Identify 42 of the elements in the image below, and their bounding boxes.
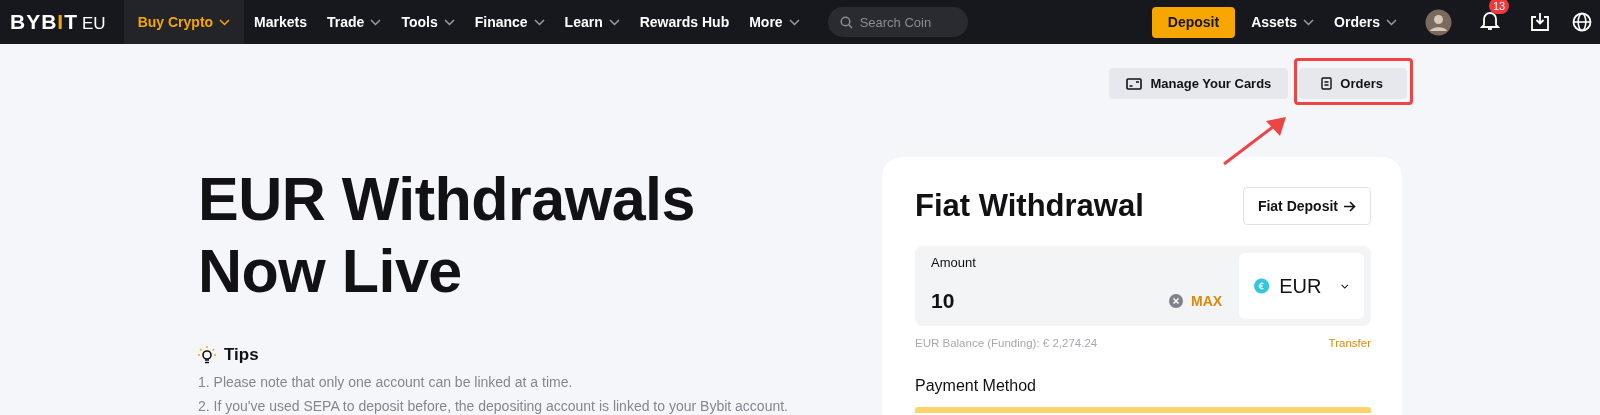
nav-menu-item[interactable]: Tools [391, 0, 465, 44]
amount-label: Amount [931, 255, 977, 270]
nav-menu-item[interactable]: Markets [244, 0, 318, 44]
card-icon [1126, 77, 1143, 90]
search-field[interactable]: Search Coin [827, 7, 968, 37]
tip-text: 2. If you've used SEPA to deposit before, the depositing account is linked to your Bybit account. [198, 397, 789, 415]
nav-menu-item[interactable]: Finance [464, 0, 555, 44]
amount-field[interactable]: Amount 10 MAX EUR [915, 246, 1371, 326]
nav-menu-item[interactable]: Rewards Hub [629, 0, 740, 44]
search-icon [839, 16, 853, 29]
annotation-arrow [1222, 114, 1288, 166]
nav-menu-item[interactable]: Learn [554, 0, 630, 44]
fiat-deposit-button[interactable]: Fiat Deposit [1242, 187, 1371, 225]
toolbar-button[interactable]: Orders [1299, 68, 1407, 99]
chevron-down-icon [1386, 18, 1397, 26]
nav-menu-item[interactable]: Trade [317, 0, 392, 44]
document-icon [1321, 77, 1333, 90]
clear-icon[interactable] [1169, 294, 1183, 308]
currency-selector[interactable]: EUR [1239, 253, 1364, 319]
page-headline: EUR Withdrawals Now Live [198, 164, 696, 307]
notification-badge: 13 [1489, 0, 1510, 14]
card-title: Fiat Withdrawal [915, 188, 1144, 224]
deposit-button[interactable]: Deposit [1151, 6, 1236, 38]
download-icon[interactable] [1530, 12, 1550, 32]
tip-text: 1. Please note that only one account can be linked at a time. [198, 373, 574, 392]
balance-text: EUR Balance (Funding): € 2,274.24 [915, 337, 1098, 349]
nav-menu-item[interactable]: Assets [1241, 0, 1325, 44]
amount-value: 10 [931, 289, 956, 313]
arrow-right-icon [1344, 200, 1356, 212]
nav-menu-item[interactable]: Orders [1324, 0, 1407, 44]
toolbar-button[interactable]: Manage Your Cards [1109, 68, 1289, 99]
payment-method-label: Payment Method [915, 377, 1037, 395]
chevron-down-icon [1341, 282, 1349, 290]
bybit-logo[interactable]: BYBIT EU [0, 10, 124, 34]
chevron-down-icon [1303, 18, 1315, 26]
tips-heading: Tips [224, 345, 259, 365]
avatar-icon[interactable] [1425, 8, 1452, 36]
nav-menu-item[interactable]: More [739, 0, 810, 44]
globe-icon[interactable] [1572, 12, 1592, 32]
lightbulb-icon [198, 346, 216, 364]
bell-icon[interactable] [1480, 10, 1500, 31]
nav-menu-item[interactable]: Buy Crypto [123, 0, 245, 44]
